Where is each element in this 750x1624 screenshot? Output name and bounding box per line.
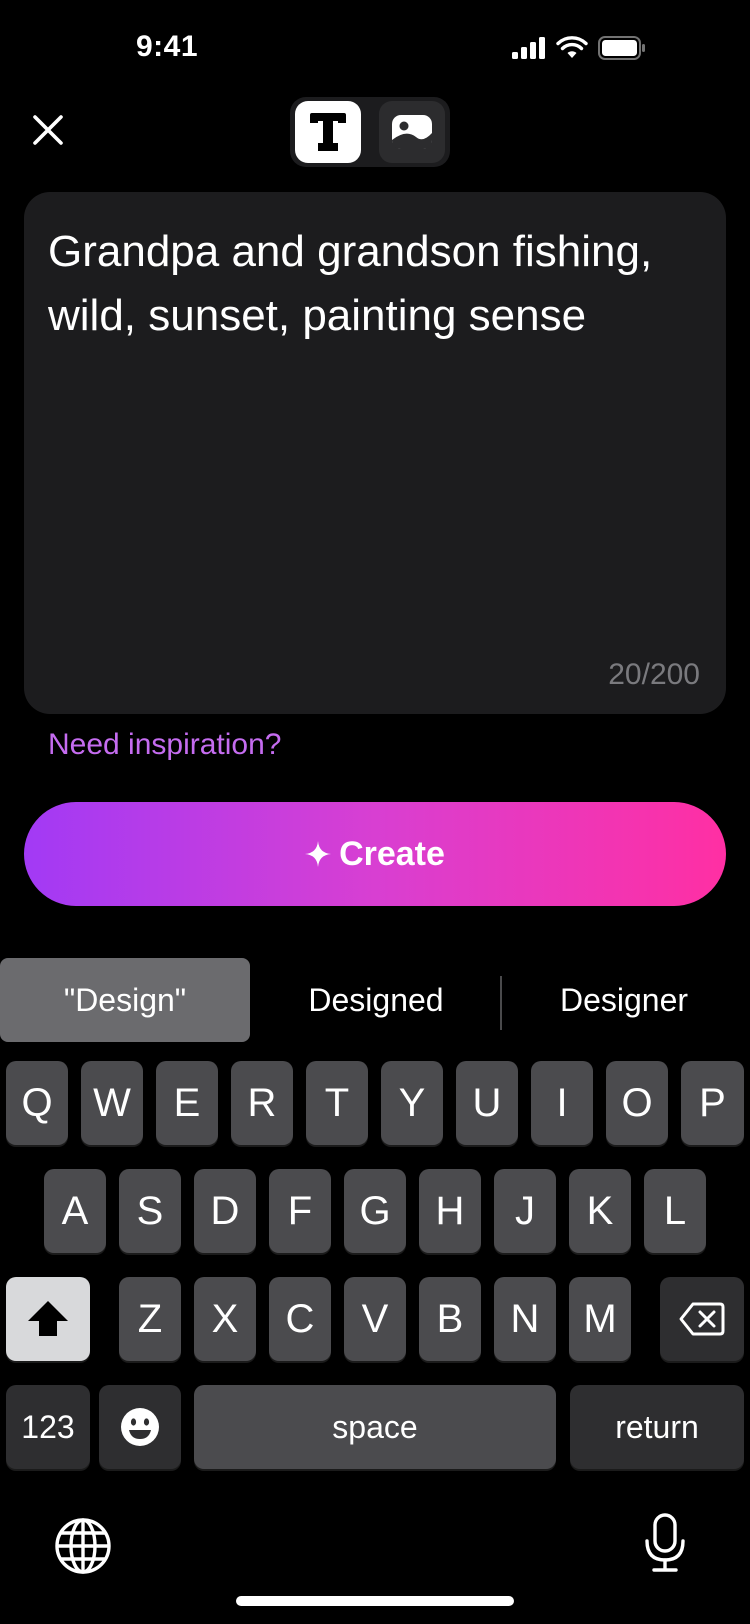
- prompt-input[interactable]: Grandpa and grandson fishing, wild, suns…: [24, 192, 726, 714]
- close-icon: [33, 115, 63, 145]
- signal-icon: [512, 37, 545, 59]
- return-key[interactable]: return: [570, 1385, 744, 1469]
- status-icons: [512, 36, 646, 60]
- close-button[interactable]: [28, 110, 68, 150]
- emoji-key[interactable]: [99, 1385, 181, 1469]
- key-b[interactable]: B: [419, 1277, 481, 1361]
- globe-icon: [55, 1518, 111, 1574]
- prompt-text[interactable]: Grandpa and grandson fishing, wild, suns…: [48, 220, 702, 348]
- key-w[interactable]: W: [81, 1061, 143, 1145]
- key-e[interactable]: E: [156, 1061, 218, 1145]
- key-s[interactable]: S: [119, 1169, 181, 1253]
- key-h[interactable]: H: [419, 1169, 481, 1253]
- key-v[interactable]: V: [344, 1277, 406, 1361]
- key-t[interactable]: T: [306, 1061, 368, 1145]
- status-time: 9:41: [136, 30, 199, 63]
- keyboard-suggestion-bar: "Design" Designed Designer: [0, 958, 750, 1042]
- character-count: 20/200: [608, 658, 700, 691]
- shift-icon: [28, 1301, 68, 1336]
- key-a[interactable]: A: [44, 1169, 106, 1253]
- key-p[interactable]: P: [681, 1061, 744, 1145]
- space-key[interactable]: space: [194, 1385, 556, 1469]
- key-u[interactable]: U: [456, 1061, 518, 1145]
- create-button[interactable]: Create: [24, 802, 726, 906]
- wifi-icon: [556, 36, 588, 58]
- shift-key[interactable]: [6, 1277, 90, 1361]
- image-icon: [392, 115, 432, 149]
- create-button-label: Create: [339, 834, 445, 873]
- microphone-icon: [645, 1513, 685, 1572]
- home-indicator: [236, 1596, 514, 1606]
- key-d[interactable]: D: [194, 1169, 256, 1253]
- key-m[interactable]: M: [569, 1277, 631, 1361]
- key-j[interactable]: J: [494, 1169, 556, 1253]
- mode-toggle: [290, 97, 450, 167]
- emoji-icon: [121, 1408, 159, 1446]
- need-inspiration-link[interactable]: Need inspiration?: [48, 728, 281, 762]
- microphone-button[interactable]: [644, 1513, 686, 1578]
- key-c[interactable]: C: [269, 1277, 331, 1361]
- key-i[interactable]: I: [531, 1061, 593, 1145]
- key-l[interactable]: L: [644, 1169, 706, 1253]
- delete-key[interactable]: [660, 1277, 744, 1361]
- image-mode-button[interactable]: [379, 101, 445, 163]
- battery-icon: [598, 36, 645, 60]
- key-z[interactable]: Z: [119, 1277, 181, 1361]
- key-f[interactable]: F: [269, 1169, 331, 1253]
- key-q[interactable]: Q: [6, 1061, 68, 1145]
- key-y[interactable]: Y: [381, 1061, 443, 1145]
- suggestion-designer[interactable]: Designer: [504, 958, 744, 1042]
- key-r[interactable]: R: [231, 1061, 293, 1145]
- key-k[interactable]: K: [569, 1169, 631, 1253]
- sparkle-icon: [305, 841, 332, 867]
- suggestion-divider: [500, 976, 502, 1030]
- globe-button[interactable]: [54, 1517, 112, 1580]
- backspace-icon: [679, 1302, 725, 1336]
- key-x[interactable]: X: [194, 1277, 256, 1361]
- key-o[interactable]: O: [606, 1061, 668, 1145]
- suggestion-designed[interactable]: Designed: [256, 958, 496, 1042]
- text-mode-button[interactable]: [295, 101, 361, 163]
- key-n[interactable]: N: [494, 1277, 556, 1361]
- key-g[interactable]: G: [344, 1169, 406, 1253]
- text-icon: [310, 113, 346, 151]
- numbers-key[interactable]: 123: [6, 1385, 90, 1469]
- suggestion-typed[interactable]: "Design": [0, 958, 250, 1042]
